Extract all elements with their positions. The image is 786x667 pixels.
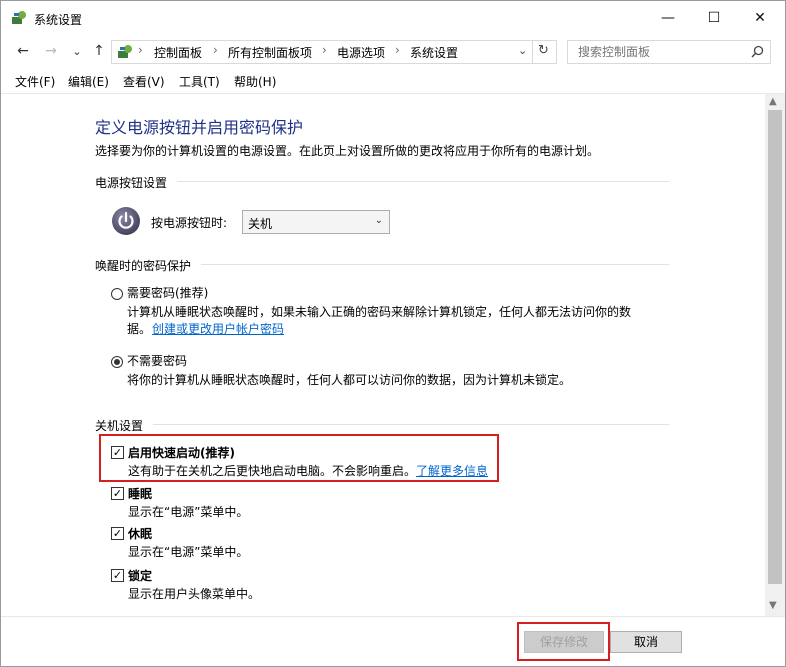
- power-button-select[interactable]: 关机 ⌄: [242, 210, 390, 234]
- fast-startup-description: 这有助于在关机之后更快地启动电脑。不会影响重启。: [128, 464, 417, 478]
- fast-startup-label[interactable]: 启用快速启动(推荐): [128, 444, 235, 461]
- breadcrumb-item[interactable]: 所有控制面板项: [228, 44, 312, 61]
- save-button[interactable]: 保存修改: [524, 631, 604, 653]
- group-title-power-button: 电源按钮设置: [95, 176, 168, 190]
- recent-locations-button[interactable]: ⌄: [67, 41, 87, 61]
- close-button[interactable]: ✕: [737, 1, 783, 35]
- search-icon[interactable]: [751, 45, 764, 58]
- page-title: 定义电源按钮并启用密码保护: [95, 118, 304, 137]
- checkbox-fast-startup[interactable]: ✓: [111, 446, 124, 459]
- group-title-shutdown: 关机设置: [95, 419, 144, 433]
- hibernate-label[interactable]: 休眠: [128, 525, 152, 542]
- title-bar: 系统设置 — ☐ ✕: [1, 1, 785, 35]
- chevron-down-icon: ⌄: [374, 215, 383, 226]
- checkbox-hibernate[interactable]: ✓: [111, 527, 124, 540]
- radio-require-password[interactable]: [111, 288, 123, 300]
- group-divider: [201, 264, 669, 265]
- lock-description: 显示在用户头像菜单中。: [128, 587, 261, 601]
- breadcrumb-item[interactable]: 控制面板: [154, 44, 202, 61]
- learn-more-link[interactable]: 了解更多信息: [416, 462, 488, 479]
- control-panel-icon: [12, 11, 26, 24]
- option-description: 将你的计算机从睡眠状态唤醒时，任何人都可以访问你的数据，因为计算机未锁定。: [127, 373, 572, 387]
- group-divider: [177, 181, 669, 182]
- refresh-icon[interactable]: ↻: [538, 43, 549, 58]
- window: 系统设置 — ☐ ✕ ← → ⌄ ↑ › 控制面板 › 所有控制面板项 › 电源…: [0, 0, 786, 667]
- control-panel-icon: [118, 45, 132, 58]
- breadcrumb-separator: ›: [213, 43, 218, 57]
- minimize-button[interactable]: —: [645, 1, 691, 35]
- sleep-label[interactable]: 睡眠: [128, 485, 152, 502]
- breadcrumb-separator: ›: [138, 43, 143, 57]
- power-icon: [112, 207, 140, 235]
- cancel-button[interactable]: 取消: [610, 631, 682, 653]
- breadcrumb-separator: ›: [395, 43, 400, 57]
- menu-help[interactable]: 帮助(H): [234, 73, 276, 90]
- option-description: 计算机从睡眠状态唤醒时，如果未输入正确的密码来解除计算机锁定，任何人都无法访问你…: [127, 305, 632, 319]
- option-label[interactable]: 需要密码(推荐): [127, 284, 208, 301]
- search-input[interactable]: [576, 44, 750, 60]
- menu-bar: 文件(F) 编辑(E) 查看(V) 工具(T) 帮助(H): [1, 67, 785, 94]
- scrollbar-thumb[interactable]: [768, 110, 782, 584]
- address-dropdown-icon[interactable]: ⌄: [518, 44, 527, 57]
- lock-label[interactable]: 锁定: [128, 567, 152, 584]
- maximize-button[interactable]: ☐: [691, 1, 737, 35]
- vertical-scrollbar[interactable]: ▲ ▼: [765, 94, 785, 616]
- back-button[interactable]: ←: [13, 41, 33, 61]
- breadcrumb-item[interactable]: 电源选项: [337, 44, 385, 61]
- option-description-cont: 据。: [127, 322, 152, 336]
- content-area: 定义电源按钮并启用密码保护 选择要为你的计算机设置的电源设置。在此页上对设置所做…: [1, 94, 765, 616]
- breadcrumb-item[interactable]: 系统设置: [410, 44, 458, 61]
- radio-no-password[interactable]: [111, 356, 123, 368]
- menu-file[interactable]: 文件(F): [15, 73, 55, 90]
- up-button[interactable]: ↑: [89, 41, 109, 61]
- forward-button[interactable]: →: [41, 41, 61, 61]
- address-bar[interactable]: › 控制面板 › 所有控制面板项 › 电源选项 › 系统设置 ⌄ ↻: [111, 40, 557, 64]
- checkbox-sleep[interactable]: ✓: [111, 487, 124, 500]
- scroll-down-icon[interactable]: ▼: [769, 600, 777, 611]
- search-box[interactable]: [567, 40, 771, 64]
- option-label[interactable]: 不需要密码: [127, 352, 187, 369]
- page-description: 选择要为你的计算机设置的电源设置。在此页上对设置所做的更改将应用于你所有的电源计…: [95, 144, 600, 158]
- group-divider: [153, 424, 669, 425]
- checkbox-lock[interactable]: ✓: [111, 569, 124, 582]
- window-title: 系统设置: [34, 13, 83, 27]
- menu-edit[interactable]: 编辑(E): [68, 73, 109, 90]
- navigation-bar: ← → ⌄ ↑ › 控制面板 › 所有控制面板项 › 电源选项 › 系统设置 ⌄…: [1, 35, 785, 67]
- menu-tools[interactable]: 工具(T): [179, 73, 220, 90]
- sleep-description: 显示在“电源”菜单中。: [128, 505, 249, 519]
- power-button-label: 按电源按钮时:: [151, 216, 228, 230]
- menu-view[interactable]: 查看(V): [123, 73, 165, 90]
- footer: 保存修改 取消: [1, 616, 785, 666]
- create-password-link[interactable]: 创建或更改用户帐户密码: [152, 320, 284, 337]
- hibernate-description: 显示在“电源”菜单中。: [128, 545, 249, 559]
- power-button-selected: 关机: [248, 217, 273, 231]
- group-title-wake-password: 唤醒时的密码保护: [95, 259, 192, 273]
- breadcrumb-separator: ›: [322, 43, 327, 57]
- scroll-up-icon[interactable]: ▲: [769, 96, 777, 107]
